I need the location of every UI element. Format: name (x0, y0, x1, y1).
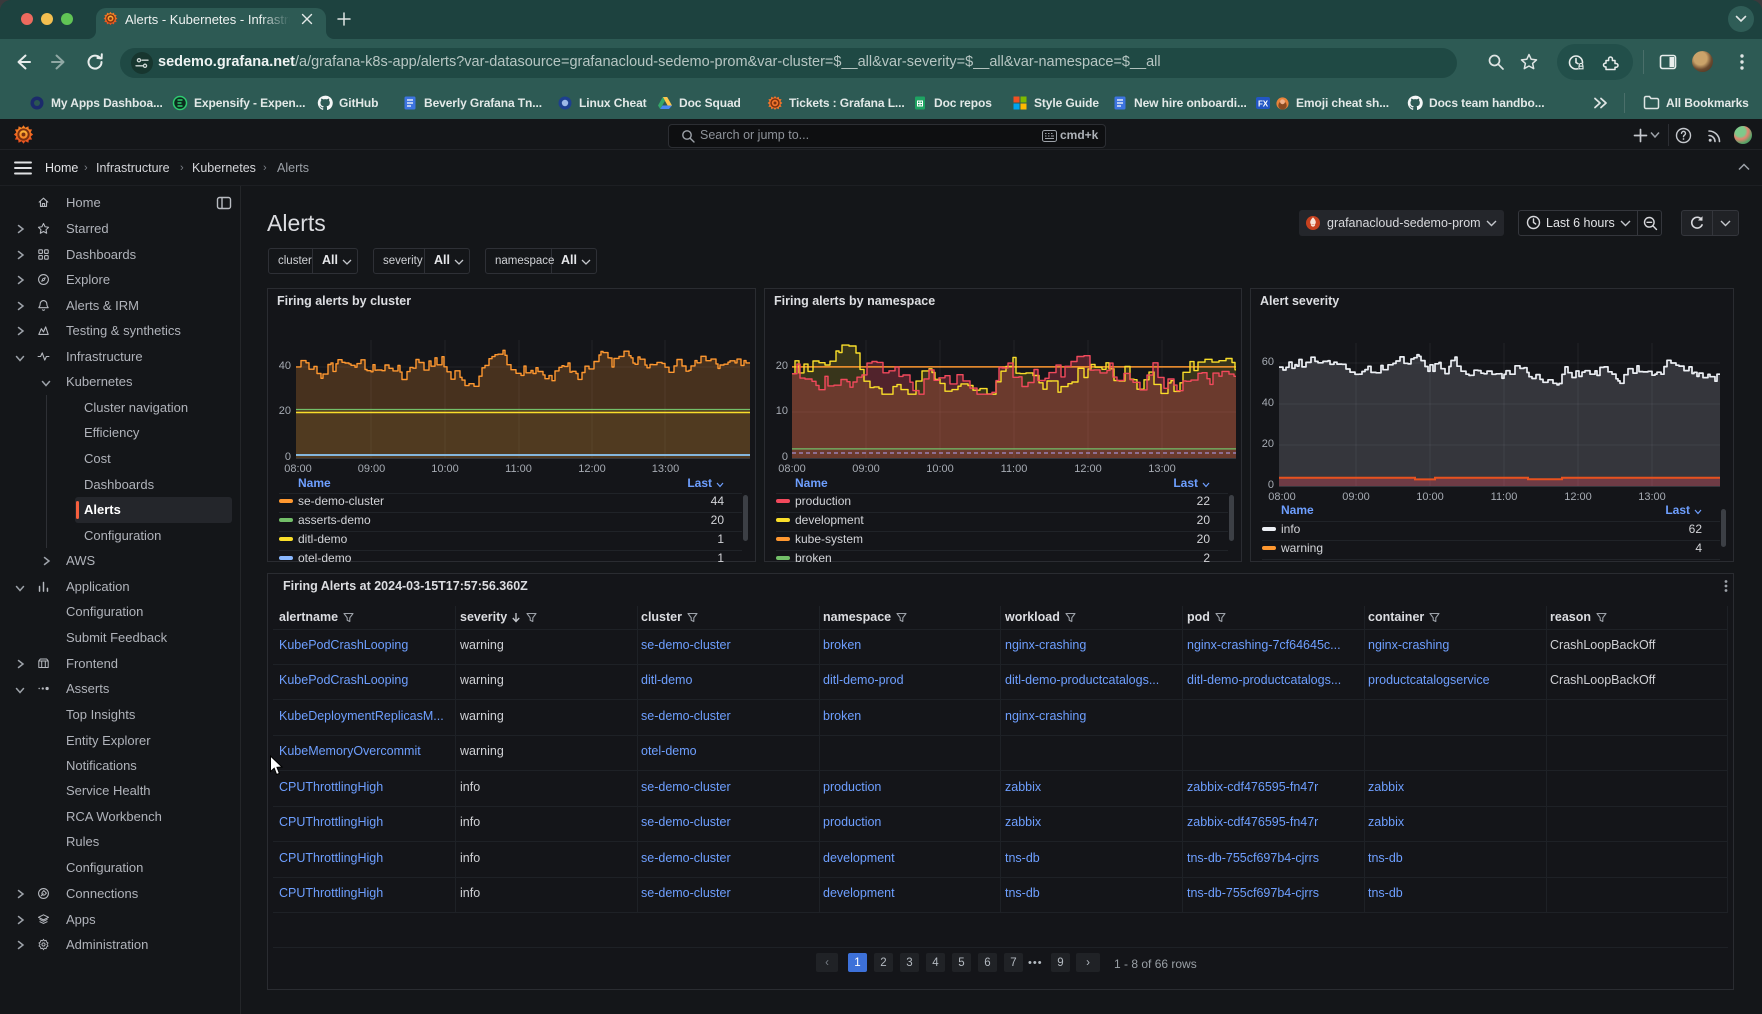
svg-text:FX: FX (1258, 100, 1269, 109)
